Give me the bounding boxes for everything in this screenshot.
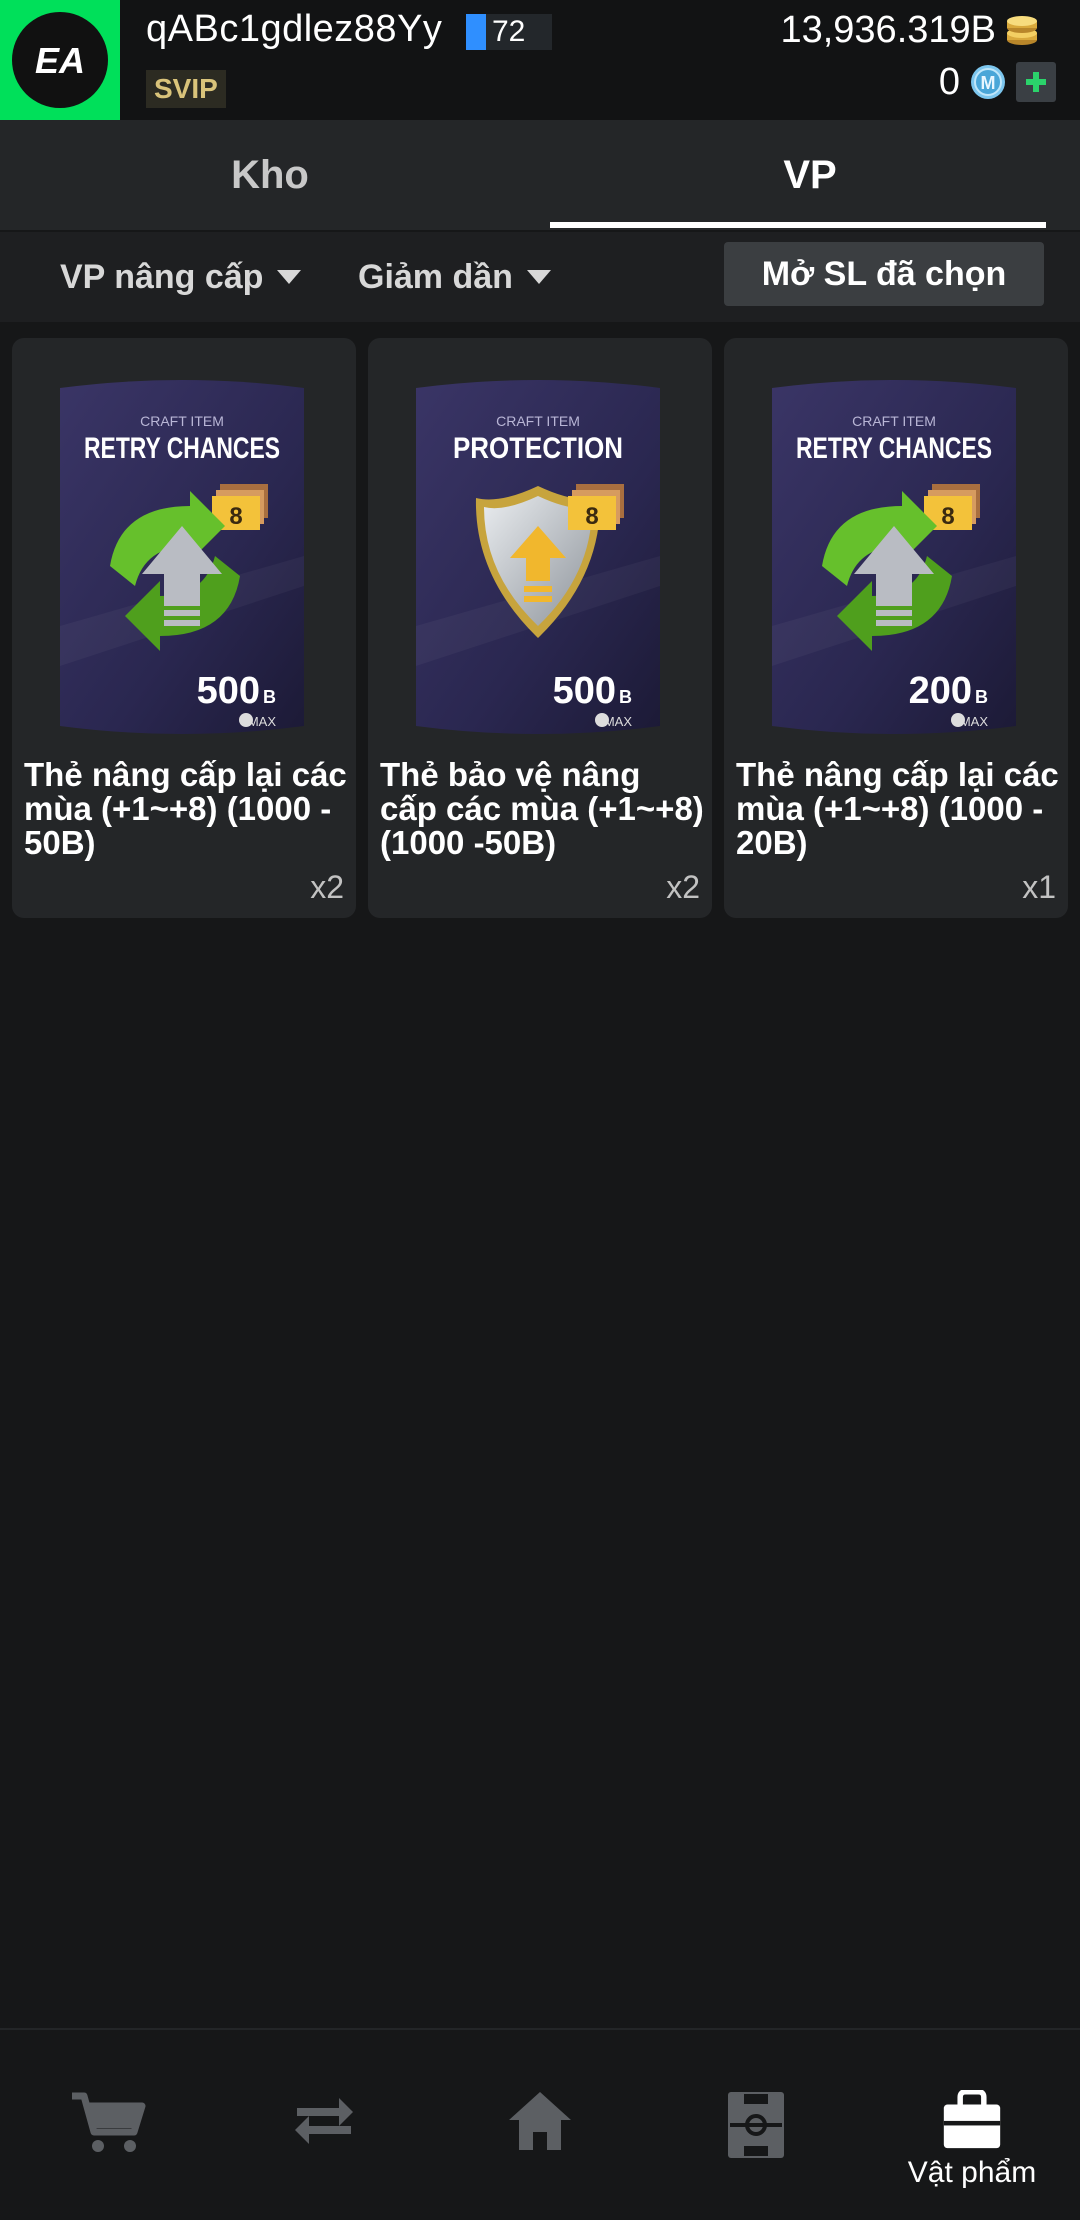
coins-display: 13,936.319B bbox=[780, 8, 1040, 52]
transfer-icon bbox=[295, 2098, 353, 2144]
category-dropdown[interactable]: VP nâng cấp bbox=[60, 232, 302, 322]
bag-icon bbox=[943, 2090, 1001, 2149]
svg-text:RETRY CHANCES: RETRY CHANCES bbox=[84, 432, 280, 465]
open-selected-button[interactable]: Mở SL đã chọn bbox=[724, 242, 1044, 306]
m-coins-display: 0 M bbox=[939, 60, 1056, 104]
craft-item-card-art: CRAFT ITEM PROTECTION 8 500 B MAX bbox=[416, 380, 660, 734]
cart-icon bbox=[72, 2092, 146, 2152]
category-dropdown-label: VP nâng cấp bbox=[60, 257, 264, 296]
svg-text:8: 8 bbox=[229, 503, 242, 530]
nav-items-label: Vật phẩm bbox=[907, 2156, 1037, 2189]
craft-item-card-art: CRAFT ITEM RETRY CHANCES 8 500 B MAX bbox=[60, 380, 304, 734]
username: qABc1gdlez88Yy bbox=[146, 8, 443, 50]
item-quantity: x1 bbox=[1022, 869, 1056, 905]
item-card[interactable]: CRAFT ITEM RETRY CHANCES 8 500 B MAX Thẻ… bbox=[12, 338, 356, 918]
svg-text:B: B bbox=[263, 687, 276, 707]
home-icon bbox=[509, 2092, 571, 2150]
svg-text:MAX: MAX bbox=[960, 714, 989, 729]
svg-text:MAX: MAX bbox=[248, 714, 277, 729]
svg-text:EA: EA bbox=[35, 40, 85, 80]
nav-shop[interactable] bbox=[48, 2090, 168, 2190]
svg-text:8: 8 bbox=[585, 503, 598, 530]
plus-icon bbox=[1026, 72, 1046, 92]
svg-text:M: M bbox=[981, 73, 996, 93]
nav-squad[interactable] bbox=[696, 2090, 816, 2190]
level-bar bbox=[466, 14, 486, 50]
filter-bar: VP nâng cấp Giảm dần Mở SL đã chọn bbox=[0, 232, 1080, 322]
tab-vp[interactable]: VP bbox=[540, 120, 1080, 230]
add-m-coins-button[interactable] bbox=[1016, 62, 1056, 102]
dropdown-arrow-icon bbox=[526, 270, 551, 284]
svg-text:B: B bbox=[619, 687, 632, 707]
item-name: Thẻ nâng cấp lại các mùa (+1~+8) (1000 -… bbox=[736, 756, 1059, 861]
svg-text:RETRY CHANCES: RETRY CHANCES bbox=[796, 432, 992, 465]
item-card[interactable]: CRAFT ITEM RETRY CHANCES 8 200 B MAX Thẻ… bbox=[724, 338, 1068, 918]
dropdown-arrow-icon bbox=[277, 270, 302, 284]
nav-home[interactable] bbox=[480, 2090, 600, 2190]
ea-logo-icon: EA bbox=[35, 40, 85, 80]
svg-text:CRAFT ITEM: CRAFT ITEM bbox=[496, 413, 580, 429]
m-coin-icon: M bbox=[971, 65, 1005, 99]
sort-dropdown-label: Giảm dần bbox=[358, 257, 513, 296]
tab-bar: Kho VP bbox=[0, 120, 1080, 230]
svg-text:CRAFT ITEM: CRAFT ITEM bbox=[140, 413, 224, 429]
level-number: 72 bbox=[492, 15, 526, 48]
svg-text:PROTECTION: PROTECTION bbox=[453, 432, 623, 465]
item-grid: CRAFT ITEM RETRY CHANCES 8 500 B MAX Thẻ… bbox=[12, 338, 1068, 918]
nav-items[interactable]: Vật phẩm bbox=[898, 2090, 1046, 2190]
item-card[interactable]: CRAFT ITEM PROTECTION 8 500 B MAX Thẻ bả… bbox=[368, 338, 712, 918]
top-bar: EA qABc1gdlez88Yy 72 SVIP 13,936.319B 0 … bbox=[0, 0, 1080, 120]
bottom-navigation: Vật phẩm bbox=[0, 2028, 1080, 2220]
svg-text:MAX: MAX bbox=[604, 714, 633, 729]
level-indicator: 72 bbox=[466, 14, 552, 50]
nav-transfer[interactable] bbox=[264, 2090, 384, 2190]
svg-text:CRAFT ITEM: CRAFT ITEM bbox=[852, 413, 936, 429]
svg-text:500: 500 bbox=[197, 670, 260, 712]
svg-text:8: 8 bbox=[941, 503, 954, 530]
ea-logo-circle: EA bbox=[12, 12, 108, 108]
craft-item-card-art: CRAFT ITEM RETRY CHANCES 8 200 B MAX bbox=[772, 380, 1016, 734]
sort-dropdown[interactable]: Giảm dần bbox=[358, 232, 551, 322]
item-name: Thẻ bảo vệ nâng cấp các mùa (+1~+8) (100… bbox=[380, 756, 704, 861]
svg-text:500: 500 bbox=[553, 670, 616, 712]
coin-stack-icon bbox=[1007, 16, 1037, 45]
pitch-icon bbox=[728, 2092, 784, 2158]
item-quantity: x2 bbox=[666, 869, 700, 905]
coins-value: 13,936.319B bbox=[780, 8, 996, 51]
svg-text:B: B bbox=[975, 687, 988, 707]
active-tab-underline bbox=[550, 222, 1046, 228]
item-quantity: x2 bbox=[310, 869, 344, 905]
tab-kho[interactable]: Kho bbox=[0, 120, 540, 230]
svg-text:200: 200 bbox=[909, 670, 972, 712]
ea-logo[interactable]: EA bbox=[0, 0, 120, 120]
item-name: Thẻ nâng cấp lại các mùa (+1~+8) (1000 -… bbox=[24, 756, 347, 861]
m-coins-value: 0 bbox=[938, 60, 960, 103]
vip-badge: SVIP bbox=[146, 70, 226, 108]
